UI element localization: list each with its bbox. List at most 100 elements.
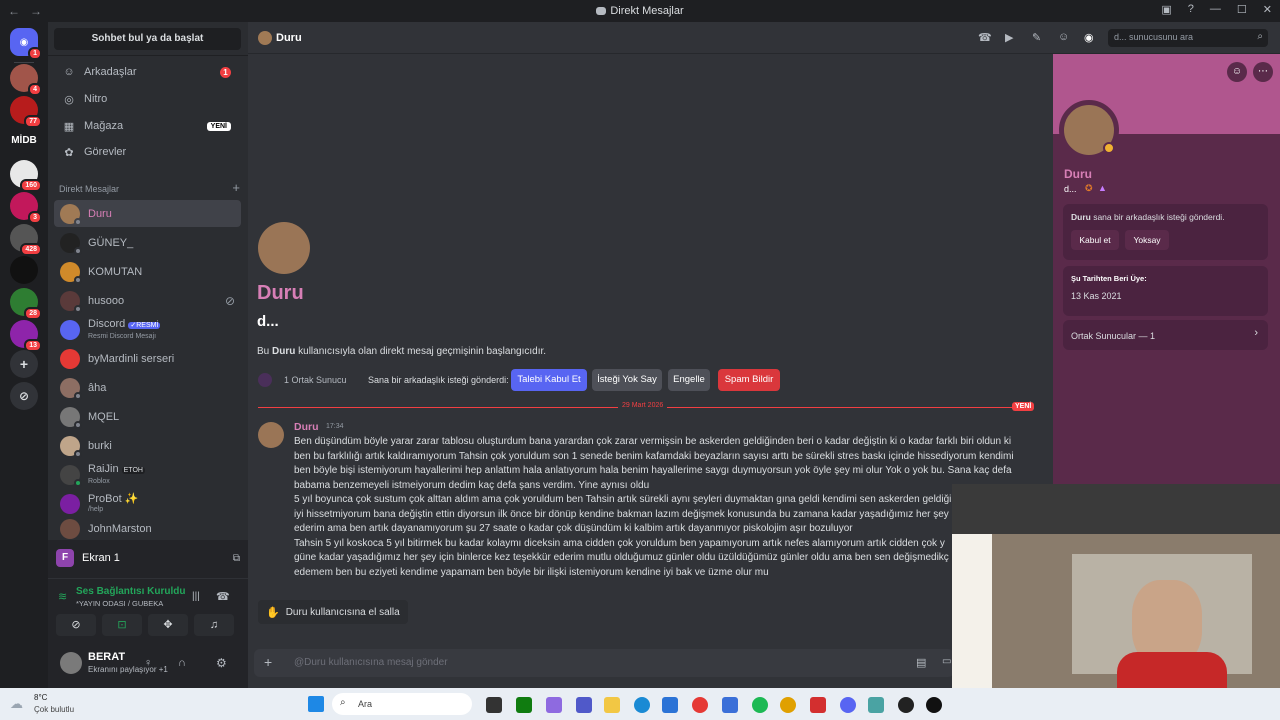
ignore-request-button[interactable]: İsteği Yok Say — [592, 369, 662, 391]
server-icon[interactable]: 428 — [10, 224, 42, 256]
voice-channel[interactable]: *YAYIN ODASI / GUBEKA — [76, 599, 163, 608]
app-icon[interactable] — [722, 697, 738, 713]
store-icon[interactable] — [662, 697, 678, 713]
nav-quests[interactable]: ✿ Görevler — [54, 140, 241, 164]
home-button[interactable]: ◉ 1 — [10, 28, 42, 60]
server-icon[interactable] — [10, 256, 38, 284]
maximize-button[interactable]: ☐ — [1237, 3, 1247, 16]
app-icon[interactable] — [926, 697, 942, 713]
camera-off-button[interactable]: ⊘ — [56, 614, 96, 636]
message-input[interactable]: @Duru kullanıcısına mesaj gönder — [294, 657, 448, 668]
nav-nitro[interactable]: ◎ Nitro — [54, 87, 241, 111]
settings-icon[interactable]: ⚙ — [216, 656, 227, 670]
spotify-icon[interactable] — [752, 697, 768, 713]
server-icon[interactable]: 13 — [10, 320, 42, 352]
popout-icon[interactable]: ⧉ — [233, 553, 240, 564]
dm-item[interactable]: âha — [54, 374, 241, 401]
close-button[interactable]: ✕ — [1263, 3, 1272, 16]
profile-accept-button[interactable]: Kabul et — [1071, 230, 1119, 250]
gif-icon[interactable]: ▭ — [942, 656, 951, 667]
add-server-button[interactable]: + — [10, 350, 38, 378]
discord-taskbar-icon[interactable] — [840, 697, 856, 713]
explorer-icon[interactable] — [604, 697, 620, 713]
mutual-servers-card[interactable]: Ortak Sunucular — 1 › — [1063, 320, 1268, 350]
remove-icon[interactable]: ⊘ — [225, 294, 235, 308]
server-icon[interactable]: 4 — [10, 64, 42, 96]
add-friend-icon[interactable]: ☺ — [1227, 62, 1247, 82]
soundboard-button[interactable]: ♫ — [194, 614, 234, 636]
add-friends-icon[interactable]: ☺ — [1058, 31, 1069, 43]
user-name[interactable]: BERAT — [88, 651, 125, 663]
attach-icon[interactable]: + — [264, 654, 272, 670]
chrome-icon[interactable] — [780, 697, 796, 713]
user-profile-icon[interactable]: ◉ — [1084, 31, 1094, 44]
accept-request-button[interactable]: Talebi Kabul Et — [511, 369, 587, 391]
opera-icon[interactable] — [692, 697, 708, 713]
gift-icon[interactable]: ▤ — [916, 656, 926, 669]
more-icon[interactable]: ⋯ — [1253, 62, 1273, 82]
report-spam-button[interactable]: Spam Bildir — [718, 369, 780, 391]
server-icon[interactable]: MİDB — [10, 126, 38, 154]
start-icon[interactable] — [308, 696, 324, 712]
server-icon[interactable]: 160 — [10, 160, 42, 192]
search-input[interactable]: d... sunucusunu ara ⌕ — [1108, 29, 1268, 47]
wave-button[interactable]: ✋ Duru kullanıcısına el salla — [258, 600, 408, 624]
badge-icon: ✪ — [1085, 183, 1093, 193]
pin-icon[interactable]: ✎ — [1032, 31, 1041, 44]
weather-temp[interactable]: 8°C — [34, 693, 47, 702]
message-composer[interactable]: + @Duru kullanıcısına mesaj gönder ▤ ▭ — [254, 649, 954, 677]
dm-item[interactable]: KOMUTAN — [54, 258, 241, 285]
dm-item[interactable]: burki — [54, 432, 241, 459]
inbox-icon[interactable]: ▣ — [1161, 3, 1171, 16]
app-icon[interactable] — [810, 697, 826, 713]
screen-share-bar[interactable]: F Ekran 1 ⧉ — [56, 545, 240, 571]
explore-button[interactable]: ⊘ — [10, 382, 38, 410]
weather-desc[interactable]: Çok bulutlu — [34, 705, 74, 714]
mutual-servers-link[interactable]: 1 Ortak Sunucu — [284, 375, 347, 385]
nav-friends[interactable]: ☺ Arkadaşlar 1 — [54, 60, 241, 84]
voice-call-icon[interactable]: ☎ — [978, 31, 992, 44]
user-avatar[interactable] — [60, 652, 82, 674]
message-author[interactable]: Duru — [294, 421, 319, 433]
block-button[interactable]: Engelle — [668, 369, 710, 391]
nav-shop[interactable]: ▦ Mağaza YENİ — [54, 114, 241, 138]
headset-icon[interactable]: ∩ — [178, 657, 186, 669]
avatar — [60, 493, 80, 514]
disconnect-icon[interactable]: ☎ — [216, 590, 230, 603]
voice-status[interactable]: Ses Bağlantısı Kuruldu — [76, 586, 185, 597]
server-icon[interactable]: 3 — [10, 192, 42, 224]
activities-button[interactable]: ✥ — [148, 614, 188, 636]
mic-icon[interactable]: ♀ — [144, 657, 152, 669]
taskbar-search[interactable]: ⌕ Ara — [332, 693, 472, 715]
dm-item[interactable]: husooo ⊘ — [54, 287, 241, 314]
chevron-right-icon: › — [1254, 327, 1258, 339]
edge-icon[interactable] — [634, 697, 650, 713]
profile-ignore-button[interactable]: Yoksay — [1125, 230, 1169, 250]
dm-item[interactable]: MQEL — [54, 403, 241, 430]
dm-item[interactable]: Discord ✓RESMİ Resmi Discord Mesajı — [54, 316, 241, 343]
app-icon[interactable] — [898, 697, 914, 713]
message-avatar[interactable] — [258, 422, 284, 448]
xbox-icon[interactable] — [516, 697, 532, 713]
avatar — [60, 232, 82, 255]
server-icon[interactable]: 28 — [10, 288, 42, 320]
create-dm-icon[interactable]: + — [232, 180, 240, 195]
copilot-icon[interactable] — [546, 697, 562, 713]
dm-item[interactable]: GÜNEY_ — [54, 229, 241, 256]
find-conversation-button[interactable]: Sohbet bul ya da başlat — [54, 28, 241, 50]
dm-item[interactable]: JohnMarston — [54, 519, 241, 539]
dm-item[interactable]: ProBot ✨ /help — [54, 490, 241, 517]
noise-suppression-icon[interactable]: ||| — [192, 591, 200, 602]
teams-icon[interactable] — [576, 697, 592, 713]
dm-item[interactable]: byMardinli serseri — [54, 345, 241, 372]
task-view-icon[interactable] — [486, 697, 502, 713]
dm-item-duru[interactable]: Duru — [54, 200, 241, 227]
dm-item[interactable]: RaiJin ETOH Roblox — [54, 461, 241, 488]
screen-share-button[interactable]: ⊡ — [102, 614, 142, 636]
app-icon[interactable] — [868, 697, 884, 713]
help-icon[interactable]: ? — [1188, 3, 1194, 16]
minimize-button[interactable]: — — [1210, 3, 1221, 16]
video-call-icon[interactable]: ▶ — [1005, 31, 1013, 44]
header-name[interactable]: Duru — [276, 32, 302, 44]
server-icon[interactable]: 77 — [10, 96, 42, 128]
